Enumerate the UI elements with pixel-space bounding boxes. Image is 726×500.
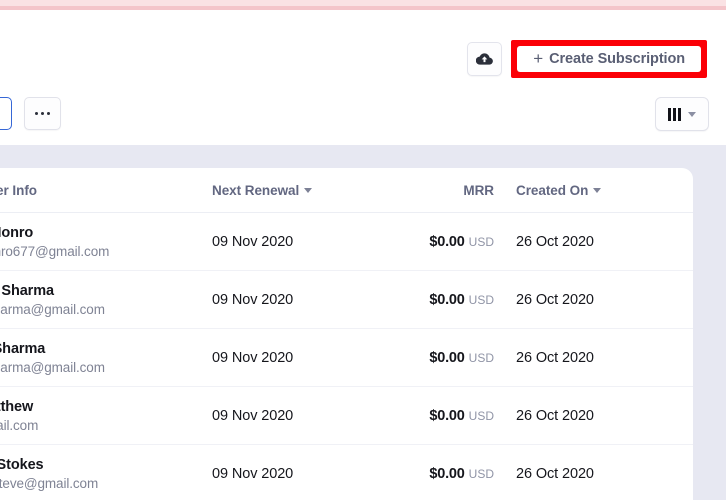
mrr-currency: USD: [468, 466, 494, 481]
customer-name: apna Sharma: [0, 282, 54, 299]
search-input[interactable]: [0, 97, 12, 130]
cell-next-renewal: 09 Nov 2020: [212, 349, 294, 366]
cell-mrr: $0.00 USD: [402, 233, 494, 251]
action-bar-buttons: + Create Subscription: [467, 40, 707, 78]
customer-name: ary Monro: [0, 224, 34, 241]
cell-mrr: $0.00 USD: [402, 465, 494, 483]
cell-created-on: 26 Oct 2020: [516, 349, 594, 366]
cell-next-renewal: 09 Nov 2020: [212, 407, 294, 424]
mrr-amount: $0.00: [429, 233, 465, 250]
mrr-currency: USD: [468, 292, 494, 307]
cell-created-on: 26 Oct 2020: [516, 407, 594, 424]
chevron-down-icon: [687, 111, 696, 117]
ellipsis-icon: [35, 111, 50, 116]
cell-next-renewal: 09 Nov 2020: [212, 465, 294, 482]
table-header-row: stomer Info Next Renewal MRR Created On: [0, 168, 693, 213]
cell-created-on: 26 Oct 2020: [516, 291, 594, 308]
columns-toggle-button[interactable]: [655, 97, 709, 131]
cloud-upload-icon: [476, 52, 494, 66]
cell-mrr: $0.00 USD: [402, 407, 494, 425]
mrr-currency: USD: [468, 234, 494, 249]
plus-icon: +: [533, 48, 544, 68]
column-header-next-renewal[interactable]: Next Renewal: [212, 183, 402, 198]
create-subscription-label: Create Subscription: [549, 51, 685, 67]
cell-next-renewal: 09 Nov 2020: [212, 233, 294, 250]
table-row[interactable]: eha Sharma ehasharma@gmail.com 09 Nov 20…: [0, 329, 693, 387]
cell-customer-info: ary Monro rymonro677@gmail.com: [0, 225, 212, 259]
action-bar: + Create Subscription: [0, 10, 726, 87]
customer-name: eha Sharma: [0, 340, 46, 357]
column-header-mrr-label: MRR: [463, 182, 494, 198]
sort-icon[interactable]: [593, 187, 602, 194]
cell-created-on: 26 Oct 2020: [516, 465, 594, 482]
column-header-created-on-label: Created On: [516, 182, 589, 198]
customer-email: ehasharma@gmail.com: [0, 359, 105, 375]
cell-mrr: $0.00 USD: [402, 349, 494, 367]
customer-email: pnasharma@gmail.com: [0, 301, 105, 317]
mrr-amount: $0.00: [429, 465, 465, 482]
sort-icon[interactable]: [304, 187, 313, 194]
subscriptions-table: stomer Info Next Renewal MRR Created On …: [0, 168, 693, 500]
table-row[interactable]: ary Monro rymonro677@gmail.com 09 Nov 20…: [0, 213, 693, 271]
filter-bar: [0, 86, 726, 145]
column-header-mrr[interactable]: MRR: [402, 183, 494, 198]
cell-customer-info: a Matthew @gmail.com: [0, 399, 212, 433]
table-region: stomer Info Next Renewal MRR Created On …: [0, 145, 726, 500]
table-row[interactable]: teve Stokes okessteve@gmail.com 09 Nov 2…: [0, 445, 693, 500]
column-header-customer-info[interactable]: stomer Info: [0, 183, 212, 198]
cell-customer-info: eha Sharma ehasharma@gmail.com: [0, 341, 212, 375]
customer-email: @gmail.com: [0, 417, 39, 433]
column-header-created-on[interactable]: Created On: [494, 183, 657, 198]
customer-name: a Matthew: [0, 398, 34, 415]
mrr-amount: $0.00: [429, 407, 465, 424]
export-button[interactable]: [467, 42, 503, 76]
mrr-currency: USD: [468, 408, 494, 423]
table-row[interactable]: a Matthew @gmail.com 09 Nov 2020 $0.00US…: [0, 387, 693, 445]
cell-created-on: 26 Oct 2020: [516, 233, 594, 250]
create-subscription-button[interactable]: + Create Subscription: [517, 46, 701, 72]
cell-next-renewal: 09 Nov 2020: [212, 291, 294, 308]
create-subscription-highlight: + Create Subscription: [511, 40, 707, 78]
mrr-amount: $0.00: [429, 291, 465, 308]
cell-mrr: $0.00 USD: [402, 291, 494, 309]
column-header-next-renewal-label: Next Renewal: [212, 182, 300, 198]
column-header-customer-info-label: stomer Info: [0, 182, 37, 198]
customer-name: teve Stokes: [0, 456, 44, 473]
mrr-currency: USD: [468, 350, 494, 365]
mrr-amount: $0.00: [429, 349, 465, 366]
columns-icon: [668, 107, 681, 121]
customer-email: rymonro677@gmail.com: [0, 243, 110, 259]
cell-customer-info: teve Stokes okessteve@gmail.com: [0, 457, 212, 491]
cell-customer-info: apna Sharma pnasharma@gmail.com: [0, 283, 212, 317]
customer-email: okessteve@gmail.com: [0, 475, 99, 491]
table-row[interactable]: apna Sharma pnasharma@gmail.com 09 Nov 2…: [0, 271, 693, 329]
more-options-button[interactable]: [24, 97, 61, 130]
